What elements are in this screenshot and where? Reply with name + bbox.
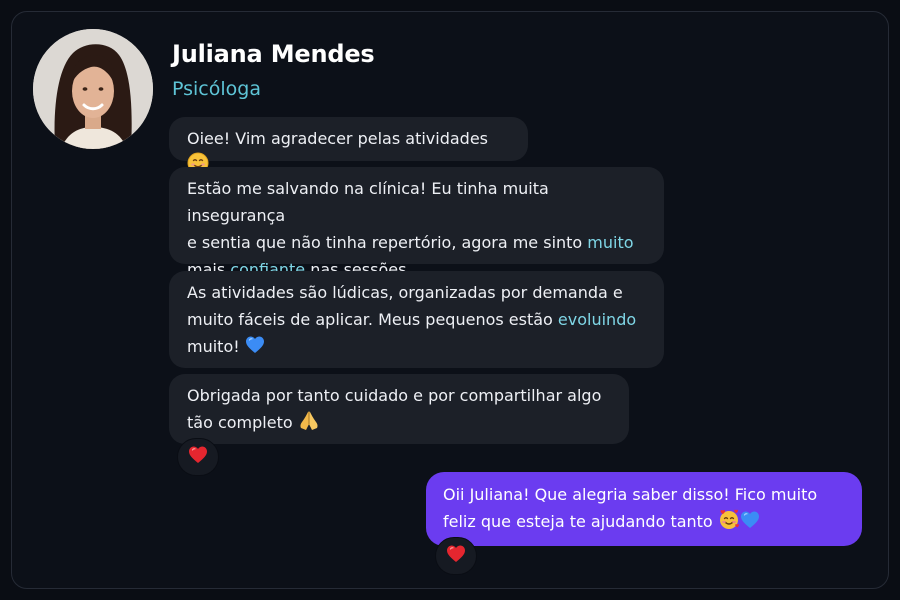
message-text: Oiee! Vim agradecer pelas atividades [187,129,488,148]
message-line: muito fáceis de aplicar. Meus pequenos e… [187,306,646,333]
folded-hands-emoji-icon [298,409,320,439]
message-line: muito! [187,333,646,363]
message-line: tão completo [187,409,611,439]
contact-name: Juliana Mendes [172,40,375,68]
message-text: e sentia que não tinha repertório, agora… [187,233,588,252]
avatar[interactable] [33,29,153,149]
message-bubble[interactable]: Obrigada por tanto cuidado e por compart… [169,374,629,444]
message-text: muito fáceis de aplicar. Meus pequenos e… [187,310,558,329]
highlight-text: evoluindo [557,310,637,329]
message-bubble[interactable]: Oiee! Vim agradecer pelas atividades [169,117,528,174]
smiling-face-with-hearts-emoji-icon [718,508,740,538]
message-line: Obrigada por tanto cuidado e por compart… [187,386,602,405]
message-bubble[interactable]: Estão me salvando na clínica! Eu tinha m… [169,167,664,279]
message-line: feliz que esteja te ajudando tanto [443,508,845,538]
message-text: tão completo [187,413,298,432]
reply-bubble[interactable]: Oii Juliana! Que alegria saber disso! Fi… [426,472,862,546]
avatar-photo [33,29,153,149]
message-line: Oii Juliana! Que alegria saber disso! Fi… [443,485,818,504]
blue-heart-emoji-icon [740,510,760,538]
message-line: e sentia que não tinha repertório, agora… [187,229,646,256]
message-text: feliz que esteja te ajudando tanto [443,512,718,531]
message-bubble[interactable]: As atividades são lúdicas, organizadas p… [169,271,664,368]
blue-heart-emoji-icon [245,335,265,363]
message-line: Estão me salvando na clínica! Eu tinha m… [187,179,549,225]
red-heart-emoji-icon [445,544,467,568]
contact-role: Psicóloga [172,78,261,100]
highlight-text: muito [587,233,634,252]
red-heart-emoji-icon [187,445,209,469]
reaction-badge[interactable] [435,537,477,575]
message-text: muito! [187,337,245,356]
reaction-badge[interactable] [177,438,219,476]
message-line: As atividades são lúdicas, organizadas p… [187,283,623,302]
